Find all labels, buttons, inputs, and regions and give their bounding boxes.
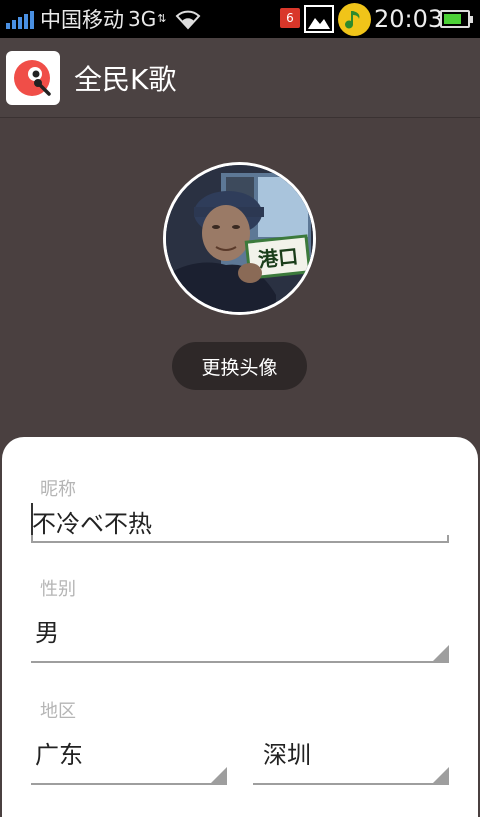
city-dropdown[interactable]: 深圳 — [253, 733, 449, 789]
gender-label: 性别 — [40, 579, 76, 600]
music-app-icon[interactable] — [338, 3, 371, 36]
nickname-underline — [31, 541, 449, 543]
province-underline — [31, 783, 227, 785]
nickname-underline-tick-left — [31, 535, 33, 542]
network-type: 3G — [128, 7, 157, 31]
app-title: 全民K歌 — [74, 62, 177, 96]
avatar[interactable]: 港口 — [163, 162, 316, 315]
province-value: 广东 — [35, 741, 83, 769]
avatar-sign-text: 港口 — [257, 244, 299, 272]
notification-badge[interactable]: 6 — [280, 8, 300, 28]
gender-dropdown-arrow-icon — [433, 645, 449, 661]
gender-underline — [31, 661, 449, 663]
signal-strength-icon — [6, 9, 34, 29]
city-underline — [253, 783, 449, 785]
province-dropdown-arrow-icon — [211, 767, 227, 783]
app-logo-icon — [6, 50, 60, 105]
nickname-underline-tick-right — [447, 535, 449, 542]
app-header: 全民K歌 — [0, 38, 480, 118]
gender-value: 男 — [35, 619, 59, 647]
province-dropdown[interactable]: 广东 — [31, 733, 227, 789]
change-avatar-button[interactable]: 更换头像 — [172, 342, 307, 390]
data-activity-icon: ⇅ — [157, 12, 167, 25]
carrier-name: 中国移动 — [40, 8, 124, 32]
region-label: 地区 — [40, 701, 76, 722]
nickname-label: 昵称 — [40, 479, 76, 500]
city-value: 深圳 — [263, 741, 311, 769]
city-dropdown-arrow-icon — [433, 767, 449, 783]
gallery-icon[interactable] — [304, 5, 334, 33]
gender-dropdown[interactable]: 男 — [31, 609, 451, 665]
clock: 20:03 — [374, 5, 444, 33]
battery-icon — [440, 10, 473, 28]
wifi-icon — [175, 10, 201, 30]
nickname-input[interactable] — [32, 503, 442, 539]
profile-form: 昵称 性别 男 地区 广东 深圳 — [2, 437, 478, 817]
status-bar: 中国移动 3G ⇅ 6 20:03 — [0, 0, 480, 38]
